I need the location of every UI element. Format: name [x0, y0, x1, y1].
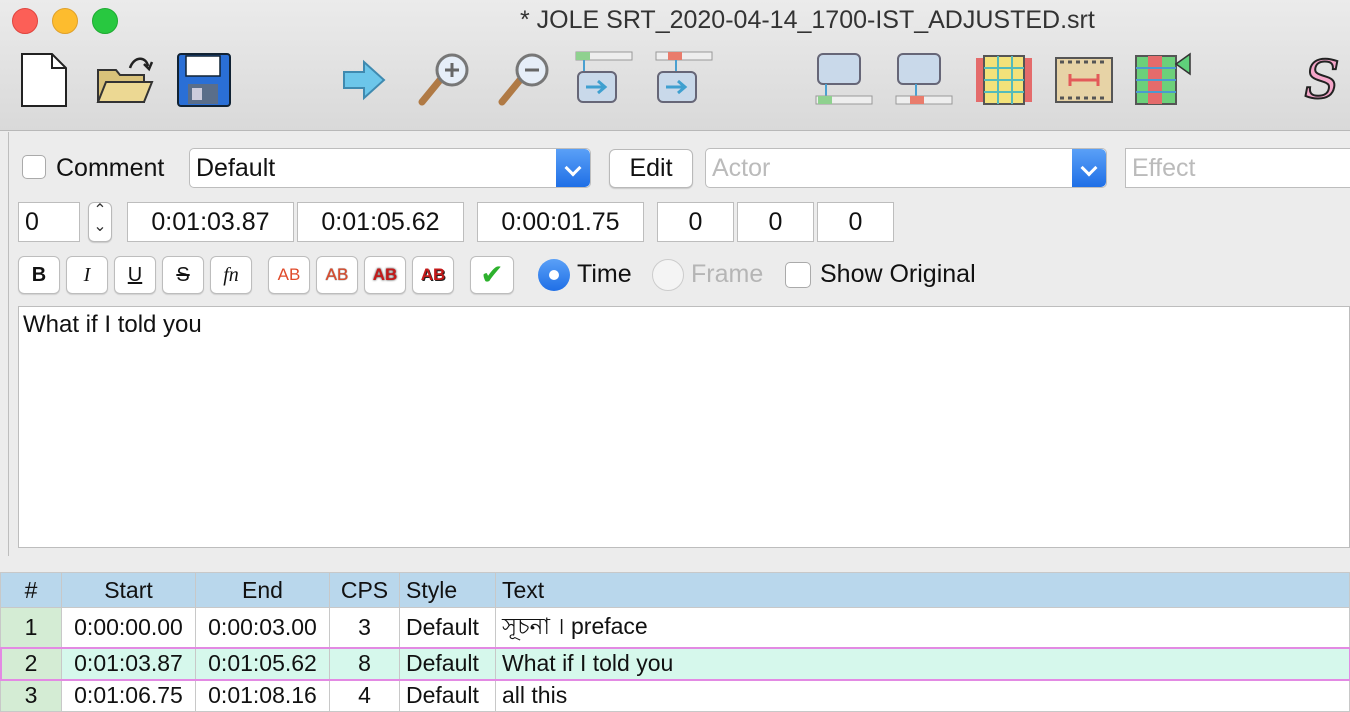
shadow-color-button[interactable]: AB — [412, 256, 454, 294]
secondary-color-button[interactable]: AB — [316, 256, 358, 294]
style-value: Default — [196, 154, 276, 182]
commit-checkmark-icon[interactable]: ✔ — [470, 256, 514, 294]
comment-label: Comment — [56, 154, 165, 182]
table-row[interactable]: 3 0:01:06.75 0:01:08.16 4 Default all th… — [0, 679, 1350, 712]
column-header-start[interactable]: Start — [61, 572, 196, 608]
end-time-field[interactable]: 0:01:05.62 — [297, 202, 464, 242]
row-number: 3 — [0, 679, 62, 712]
table-row[interactable]: 1 0:00:00.00 0:00:03.00 3 Default সূচনা … — [0, 607, 1350, 648]
frame-radio[interactable] — [652, 259, 684, 291]
zoom-out-icon[interactable] — [494, 50, 554, 110]
actor-dropdown[interactable]: Actor — [705, 148, 1107, 188]
row-start: 0:01:06.75 — [61, 679, 196, 712]
zoom-in-icon[interactable] — [414, 50, 474, 110]
effect-placeholder: Effect — [1132, 154, 1196, 182]
jump-to-start-icon[interactable] — [574, 50, 634, 110]
column-header-style[interactable]: Style — [399, 572, 496, 608]
subtitle-text-editor[interactable]: What if I told you — [18, 306, 1350, 548]
row-start: 0:01:03.87 — [61, 647, 196, 680]
column-header-text[interactable]: Text — [495, 572, 1350, 608]
style-dropdown[interactable]: Default — [189, 148, 591, 188]
grid-header-row: # Start End CPS Style Text — [0, 572, 1350, 608]
row-text: What if I told you — [495, 647, 1350, 680]
window-title: * JOLE SRT_2020-04-14_1700-IST_ADJUSTED.… — [520, 6, 1095, 34]
strikeout-button[interactable]: S — [162, 256, 204, 294]
duration-field[interactable]: 0:00:01.75 — [477, 202, 644, 242]
layer-field[interactable]: 0 — [18, 202, 80, 242]
row-number: 2 — [0, 647, 62, 680]
row-cps: 4 — [329, 679, 400, 712]
row-text: সূচনা । preface — [495, 607, 1350, 648]
comment-checkbox[interactable] — [22, 155, 46, 179]
row-cps: 8 — [329, 647, 400, 680]
open-folder-icon[interactable] — [94, 50, 154, 110]
row-end: 0:01:05.62 — [195, 647, 330, 680]
zoom-window-button[interactable] — [92, 8, 118, 34]
layer-stepper[interactable]: ⌃ ⌄ — [88, 202, 112, 242]
italic-button[interactable]: I — [66, 256, 108, 294]
row-text: all this — [495, 679, 1350, 712]
save-icon[interactable] — [174, 50, 234, 110]
column-header-number[interactable]: # — [0, 572, 62, 608]
svg-text:S: S — [1304, 51, 1340, 110]
underline-button[interactable]: U — [114, 256, 156, 294]
column-header-end[interactable]: End — [195, 572, 330, 608]
table-row-selected[interactable]: 2 0:01:03.87 0:01:05.62 8 Default What i… — [0, 646, 1350, 681]
row-style: Default — [399, 647, 496, 680]
row-end: 0:01:08.16 — [195, 679, 330, 712]
styles-manager-icon[interactable] — [974, 50, 1034, 110]
chevron-down-icon — [556, 149, 590, 187]
column-header-cps[interactable]: CPS — [329, 572, 400, 608]
time-radio[interactable] — [538, 259, 570, 291]
snap-end-icon[interactable] — [894, 50, 954, 110]
margin-left-field[interactable]: 0 — [657, 202, 734, 242]
primary-color-button[interactable]: AB — [268, 256, 310, 294]
edit-style-button[interactable]: Edit — [609, 149, 693, 188]
bold-button[interactable]: B — [18, 256, 60, 294]
row-style: Default — [399, 607, 496, 648]
show-original-checkbox[interactable] — [785, 262, 811, 288]
frame-label: Frame — [691, 260, 764, 288]
start-time-field[interactable]: 0:01:03.87 — [127, 202, 294, 242]
row-style: Default — [399, 679, 496, 712]
shift-times-icon[interactable] — [1134, 50, 1194, 110]
margin-vertical-field[interactable]: 0 — [817, 202, 894, 242]
close-window-button[interactable] — [12, 8, 38, 34]
new-file-icon[interactable] — [14, 50, 74, 110]
subtitle-s-icon[interactable]: S — [1296, 50, 1350, 112]
jump-arrow-icon[interactable] — [334, 50, 394, 110]
actor-placeholder: Actor — [712, 154, 771, 182]
row-start: 0:00:00.00 — [61, 607, 196, 648]
show-original-label: Show Original — [820, 260, 976, 288]
video-timing-icon[interactable] — [1054, 50, 1114, 110]
row-end: 0:00:03.00 — [195, 607, 330, 648]
margin-right-field[interactable]: 0 — [737, 202, 814, 242]
window-chrome: * JOLE SRT_2020-04-14_1700-IST_ADJUSTED.… — [0, 0, 1350, 131]
chevron-down-icon — [1072, 149, 1106, 187]
row-number: 1 — [0, 607, 62, 648]
jump-to-end-icon[interactable] — [654, 50, 714, 110]
subtitle-grid: # Start End CPS Style Text 1 0:00:00.00 … — [0, 572, 1350, 712]
snap-start-icon[interactable] — [814, 50, 874, 110]
effect-input[interactable]: Effect — [1125, 148, 1350, 188]
font-button[interactable]: fn — [210, 256, 252, 294]
outline-color-button[interactable]: AB — [364, 256, 406, 294]
minimize-window-button[interactable] — [52, 8, 78, 34]
time-label: Time — [577, 260, 632, 288]
row-cps: 3 — [329, 607, 400, 648]
